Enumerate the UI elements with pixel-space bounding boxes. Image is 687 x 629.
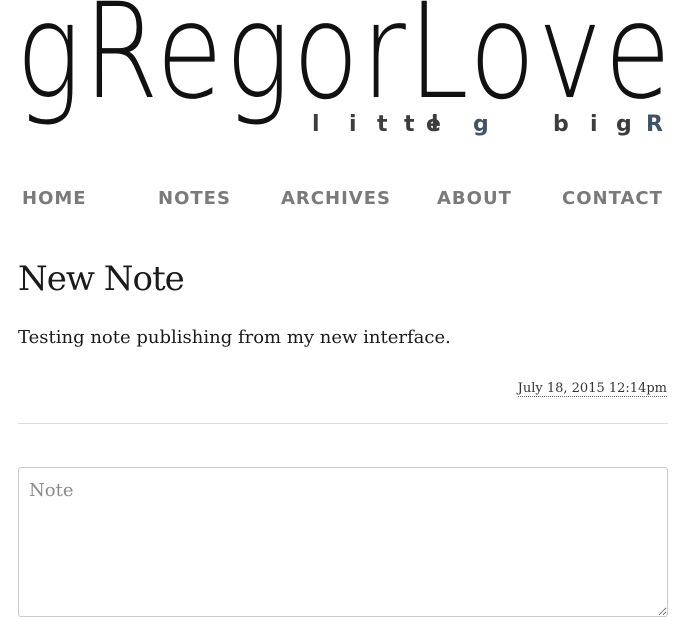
note-body: Testing note publishing from my new inte… bbox=[18, 327, 451, 348]
logo-tagline-letter: i bbox=[590, 112, 598, 137]
note-permalink-timestamp[interactable]: July 18, 2015 12:14pm bbox=[517, 381, 667, 397]
logo-tagline-letter: t bbox=[404, 112, 415, 137]
nav-item-archives[interactable]: ARCHIVES bbox=[281, 188, 391, 209]
logo-tagline-letter: e bbox=[426, 112, 441, 137]
nav-item-home[interactable]: HOME bbox=[22, 188, 87, 209]
logo-tagline-letter: R bbox=[646, 112, 663, 137]
note-title: New Note bbox=[18, 259, 185, 299]
site-logo[interactable]: gRegorLove l i t t l e g b i g R bbox=[16, 0, 671, 150]
logo-tagline-letter: b bbox=[553, 112, 569, 137]
nav-item-about[interactable]: ABOUT bbox=[437, 188, 512, 209]
logo-tagline-letter: t bbox=[377, 112, 388, 137]
logo-wordmark: gRegorLove bbox=[16, 0, 674, 129]
logo-tagline-letter: l bbox=[312, 112, 320, 137]
logo-tagline-letter: i bbox=[349, 112, 357, 137]
nav-item-contact[interactable]: CONTACT bbox=[562, 188, 663, 209]
divider bbox=[18, 423, 668, 424]
logo-tagline: l i t t l e g b i g R bbox=[16, 114, 671, 138]
main-nav: HOME NOTES ARCHIVES ABOUT CONTACT bbox=[0, 188, 687, 216]
note-textarea[interactable] bbox=[18, 467, 668, 617]
nav-item-notes[interactable]: NOTES bbox=[158, 188, 231, 209]
logo-tagline-letter: g bbox=[616, 112, 632, 137]
logo-tagline-letter: g bbox=[473, 112, 489, 137]
